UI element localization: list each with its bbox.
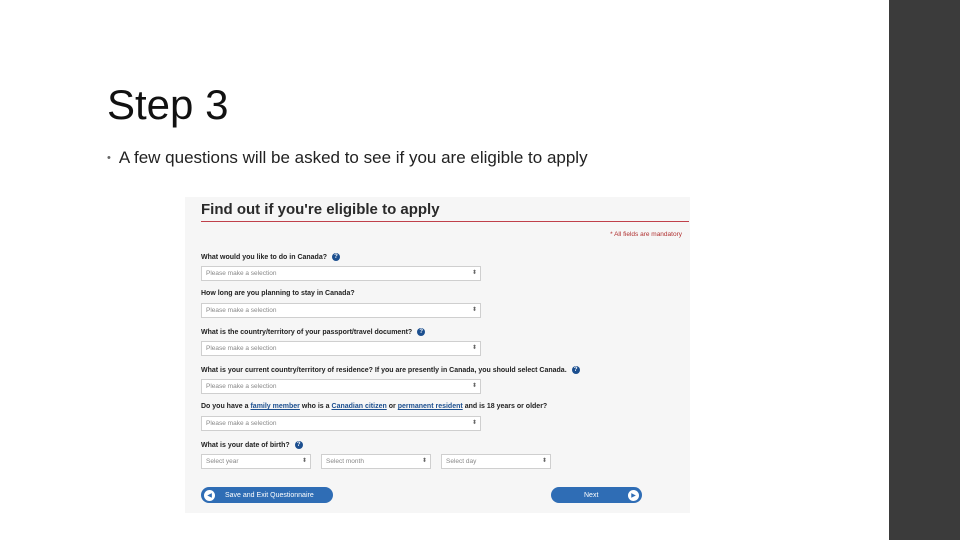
question-date-of-birth-label: What is your date of birth? <box>201 441 290 449</box>
purpose-select-value: Please make a selection <box>206 270 277 277</box>
duration-select[interactable]: Please make a selection ⬍ <box>201 303 481 318</box>
next-label: Next <box>584 491 599 499</box>
residence-country-select-value: Please make a selection <box>206 383 277 390</box>
question-duration-label: How long are you planning to stay in Can… <box>201 290 355 297</box>
passport-country-select[interactable]: Please make a selection ⬍ <box>201 341 481 356</box>
bullet-dot-icon: • <box>107 152 111 164</box>
left-arrow-icon: ◀ <box>204 489 215 501</box>
purpose-select[interactable]: Please make a selection ⬍ <box>201 266 481 281</box>
birth-month-select[interactable]: Select month ⬍ <box>321 454 431 469</box>
select-arrows-icon: ⬍ <box>471 307 477 313</box>
question-residence-country: What is your current country/territory o… <box>201 366 580 374</box>
select-arrows-icon: ⬍ <box>301 458 307 464</box>
family-member-select[interactable]: Please make a selection ⬍ <box>201 416 481 431</box>
question-family-member: Do you have a family member who is a Can… <box>201 403 547 410</box>
save-and-exit-button[interactable]: ◀ Save and Exit Questionnaire <box>201 487 333 503</box>
question-residence-country-label: What is your current country/territory o… <box>201 366 567 374</box>
bullet-text: A few questions will be asked to see if … <box>118 148 588 167</box>
q5-text-pre: Do you have a <box>201 403 249 410</box>
mandatory-note: * All fields are mandatory <box>610 231 682 238</box>
birth-day-select[interactable]: Select day ⬍ <box>441 454 551 469</box>
birth-year-select[interactable]: Select year ⬍ <box>201 454 311 469</box>
family-member-link[interactable]: family member <box>250 403 299 410</box>
family-member-select-value: Please make a selection <box>206 420 277 427</box>
question-duration: How long are you planning to stay in Can… <box>201 290 355 297</box>
q5-text-mid2: or <box>388 403 396 410</box>
select-arrows-icon: ⬍ <box>541 458 547 464</box>
birth-year-select-value: Select year <box>206 458 239 465</box>
duration-select-value: Please make a selection <box>206 307 277 314</box>
question-passport-country-label: What is the country/territory of your pa… <box>201 328 413 336</box>
slide-title: Step 3 <box>107 81 229 128</box>
q5-text-post: and is 18 years or older? <box>464 403 548 410</box>
slide-side-band <box>889 0 960 540</box>
help-question-icon[interactable]: ? <box>571 366 580 374</box>
question-purpose: What would you like to do in Canada? ? <box>201 253 340 261</box>
help-question-icon[interactable]: ? <box>294 441 303 449</box>
save-and-exit-label: Save and Exit Questionnaire <box>225 491 314 499</box>
question-date-of-birth: What is your date of birth? ? <box>201 441 303 449</box>
birth-day-select-value: Select day <box>446 458 477 465</box>
select-arrows-icon: ⬍ <box>471 420 477 426</box>
question-purpose-label: What would you like to do in Canada? <box>201 253 327 261</box>
form-heading: Find out if you're eligible to apply <box>201 201 440 218</box>
birth-month-select-value: Select month <box>326 458 364 465</box>
help-question-icon[interactable]: ? <box>417 328 426 336</box>
next-button[interactable]: Next ▶ <box>551 487 642 503</box>
help-question-icon[interactable]: ? <box>332 253 340 261</box>
select-arrows-icon: ⬍ <box>471 345 477 351</box>
eligibility-form-screenshot: Find out if you're eligible to apply * A… <box>185 197 690 513</box>
canadian-citizen-link[interactable]: Canadian citizen <box>332 403 387 410</box>
bullet-item: • A few questions will be asked to see i… <box>107 148 588 168</box>
residence-country-select[interactable]: Please make a selection ⬍ <box>201 379 481 394</box>
question-passport-country: What is the country/territory of your pa… <box>201 328 426 336</box>
passport-country-select-value: Please make a selection <box>206 345 277 352</box>
q5-text-mid1: who is a <box>301 403 330 410</box>
right-arrow-icon: ▶ <box>628 489 639 501</box>
permanent-resident-link[interactable]: permanent resident <box>398 403 463 410</box>
select-arrows-icon: ⬍ <box>471 383 477 389</box>
select-arrows-icon: ⬍ <box>471 270 477 276</box>
heading-divider <box>201 221 689 222</box>
select-arrows-icon: ⬍ <box>421 458 427 464</box>
